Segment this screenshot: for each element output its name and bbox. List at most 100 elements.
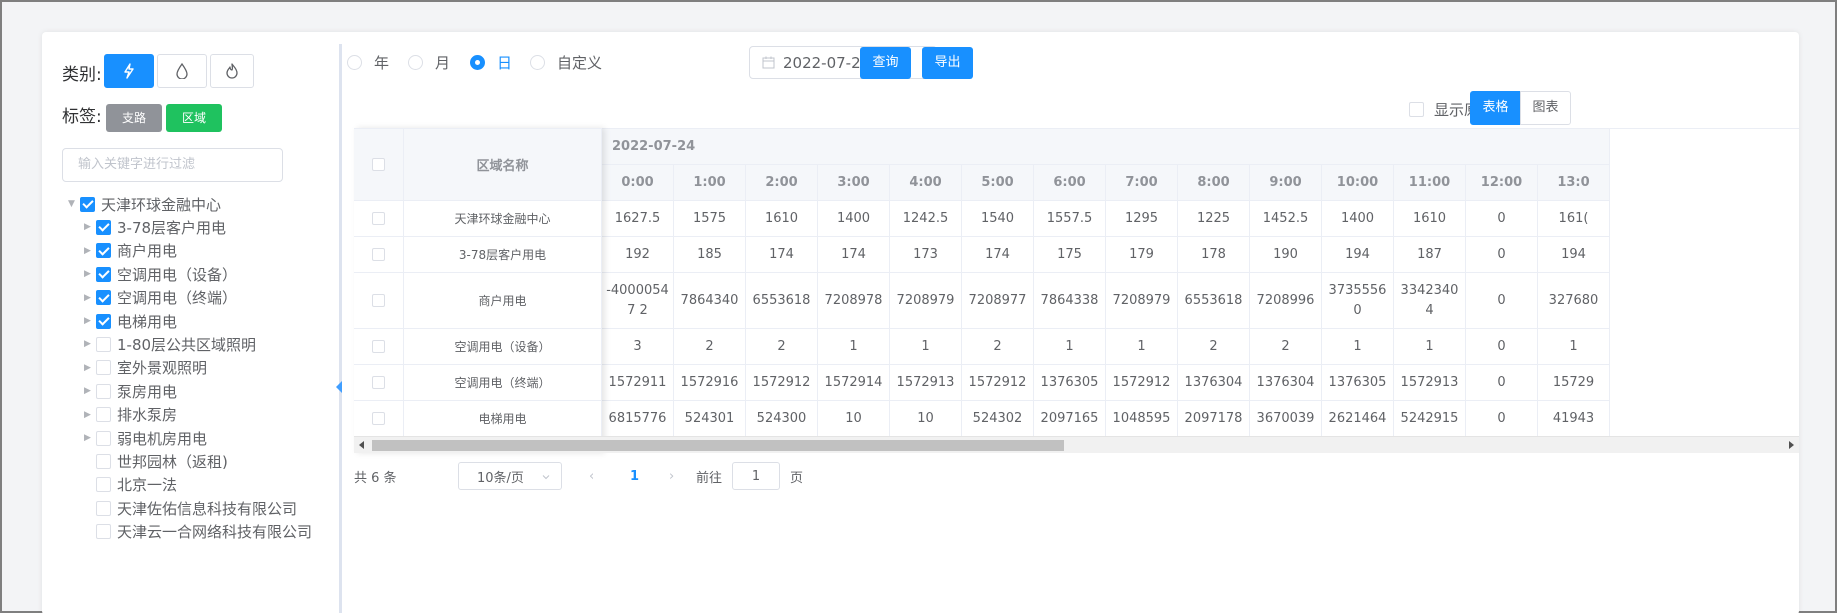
- tree-node[interactable]: ▶ 空调用电（设备）: [84, 262, 237, 286]
- data-table: 区域名称 2022-07-24 0:00 1:00 2:00 3:00 4:00 5:00 6:…: [354, 128, 1799, 453]
- period-radio[interactable]: 自定义: [530, 52, 602, 73]
- value-cell: 327680: [1538, 273, 1610, 329]
- radio-circle[interactable]: [530, 55, 545, 70]
- value-cell: 0: [1466, 237, 1538, 273]
- value-cell: 2: [1250, 329, 1322, 365]
- tree-node[interactable]: ▶ 弱电机房用电: [84, 426, 207, 450]
- tree-node-checkbox[interactable]: [96, 219, 111, 235]
- caret-right-icon[interactable]: ▶: [84, 386, 96, 396]
- row-checkbox[interactable]: [372, 212, 385, 225]
- collapse-arrow-icon[interactable]: [336, 381, 342, 393]
- tree-node-label: 电梯用电: [117, 312, 178, 331]
- radio-label: 年: [374, 54, 390, 72]
- value-cell: 1295: [1106, 201, 1178, 237]
- value-cell: 173: [890, 237, 962, 273]
- tree-node-checkbox[interactable]: [96, 313, 111, 329]
- value-cell: 1376304: [1178, 365, 1250, 401]
- tree-node[interactable]: 天津佐佑信息科技有限公司: [84, 496, 297, 520]
- tree-node[interactable]: ▼ 天津环球金融中心: [68, 192, 221, 216]
- tree-node-checkbox[interactable]: [96, 500, 111, 516]
- show-raw-checkbox[interactable]: [1409, 102, 1424, 117]
- tree-node-checkbox[interactable]: [96, 430, 111, 446]
- panel-divider[interactable]: [339, 44, 342, 613]
- tree-node-checkbox[interactable]: [96, 453, 111, 469]
- row-select-cell: [354, 365, 404, 401]
- tree-node-checkbox[interactable]: [96, 524, 111, 540]
- tree-node[interactable]: ▶ 室外景观照明: [84, 356, 207, 380]
- tree-node-label: 1-80层公共区域照明: [117, 335, 257, 354]
- period-radio[interactable]: 日: [470, 52, 512, 73]
- period-radio[interactable]: 年: [347, 52, 389, 73]
- scroll-right-icon[interactable]: [1789, 441, 1794, 449]
- tree-node[interactable]: 天津云一合网络科技有限公司: [84, 520, 312, 544]
- caret-right-icon[interactable]: ▶: [84, 222, 96, 232]
- electricity-category-button[interactable]: [104, 54, 154, 88]
- radio-label: 月: [435, 54, 451, 72]
- radio-label: 自定义: [557, 54, 603, 72]
- tree-node-checkbox[interactable]: [96, 336, 111, 352]
- tree-filter-input[interactable]: 输入关键字进行过滤: [62, 148, 283, 182]
- tree-node-checkbox[interactable]: [96, 477, 111, 493]
- tree-node-checkbox[interactable]: [96, 290, 111, 306]
- value-cell: 1610: [1394, 201, 1466, 237]
- tree-node-checkbox[interactable]: [96, 383, 111, 399]
- tree-node-checkbox[interactable]: [96, 360, 111, 376]
- caret-right-icon[interactable]: ▶: [84, 339, 96, 349]
- radio-circle[interactable]: [470, 55, 485, 70]
- value-cell: 1: [890, 329, 962, 365]
- page-number-current[interactable]: 1: [630, 462, 639, 490]
- tree-node[interactable]: ▶ 电梯用电: [84, 309, 177, 333]
- radio-circle[interactable]: [347, 55, 362, 70]
- query-button[interactable]: 查询: [860, 47, 911, 79]
- caret-right-icon[interactable]: ▶: [84, 293, 96, 303]
- value-cell: 1572911: [602, 365, 674, 401]
- tree-node-label: 天津云一合网络科技有限公司: [117, 523, 313, 542]
- area-tag-button[interactable]: 区域: [166, 104, 223, 132]
- row-checkbox[interactable]: [372, 412, 385, 425]
- tree-node-checkbox[interactable]: [96, 407, 111, 423]
- caret-right-icon[interactable]: ▶: [84, 269, 96, 279]
- branch-tag-button[interactable]: 支路: [106, 104, 163, 132]
- caret-right-icon[interactable]: ▶: [84, 410, 96, 420]
- gas-category-button[interactable]: [210, 54, 254, 88]
- prev-page-icon[interactable]: ‹: [589, 462, 594, 490]
- tree-node-checkbox[interactable]: [80, 196, 95, 212]
- horizontal-scrollbar[interactable]: [354, 436, 1799, 453]
- row-checkbox[interactable]: [372, 294, 385, 307]
- tree-node-checkbox[interactable]: [96, 266, 111, 282]
- export-button[interactable]: 导出: [922, 47, 973, 79]
- tree-node[interactable]: ▶ 空调用电（终端）: [84, 286, 237, 310]
- select-all-checkbox[interactable]: [372, 158, 385, 171]
- page-size-select[interactable]: 10条/页: [458, 462, 562, 490]
- tree-node[interactable]: ▶ 1-80层公共区域照明: [84, 332, 256, 356]
- tree-node[interactable]: ▶ 商户用电: [84, 239, 177, 263]
- tree-node[interactable]: 世邦园林（返租): [84, 449, 228, 473]
- tree-node-checkbox[interactable]: [96, 243, 111, 259]
- flame-icon: [226, 63, 238, 79]
- radio-circle[interactable]: [408, 55, 423, 70]
- caret-right-icon[interactable]: ▶: [84, 433, 96, 443]
- name-column-header: 区域名称: [404, 129, 602, 201]
- value-cell: 524302: [962, 401, 1034, 437]
- scrollbar-thumb[interactable]: [372, 440, 1064, 451]
- period-radio[interactable]: 月: [408, 52, 450, 73]
- next-page-icon[interactable]: ›: [669, 462, 674, 490]
- tree-node[interactable]: ▶ 排水泵房: [84, 403, 177, 427]
- row-checkbox[interactable]: [372, 248, 385, 261]
- goto-page-input[interactable]: 1: [732, 462, 780, 490]
- row-name-cell: 天津环球金融中心: [404, 201, 602, 237]
- view-table-button[interactable]: 表格: [1470, 91, 1521, 125]
- scroll-left-icon[interactable]: [359, 441, 364, 449]
- row-checkbox[interactable]: [372, 340, 385, 353]
- row-checkbox[interactable]: [372, 376, 385, 389]
- water-category-button[interactable]: [157, 54, 207, 88]
- caret-right-icon[interactable]: ▶: [84, 363, 96, 373]
- view-chart-button[interactable]: 图表: [1520, 91, 1571, 125]
- tree-node[interactable]: ▶ 泵房用电: [84, 379, 177, 403]
- tree-node-label: 天津佐佑信息科技有限公司: [117, 499, 298, 518]
- caret-right-icon[interactable]: ▶: [84, 246, 96, 256]
- caret-right-icon[interactable]: ▶: [84, 316, 96, 326]
- tree-node[interactable]: ▶ 3-78层客户用电: [84, 215, 226, 239]
- caret-down-icon[interactable]: ▼: [68, 199, 80, 209]
- tree-node[interactable]: 北京一法: [84, 473, 177, 497]
